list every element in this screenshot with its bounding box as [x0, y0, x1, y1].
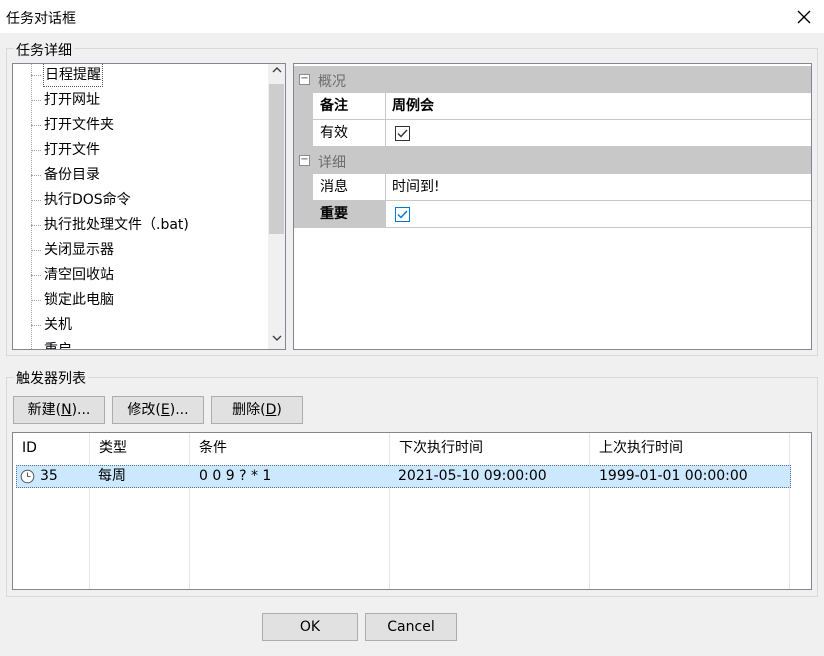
tree-connector	[31, 100, 41, 101]
button-text: )...	[71, 402, 91, 418]
tree-item-label: 打开文件夹	[44, 117, 114, 133]
tree-item[interactable]: 备份目录	[13, 163, 269, 187]
property-name: 有效	[313, 120, 386, 147]
button-text: 删除(	[232, 402, 266, 418]
triggers-group-title: 触发器列表	[14, 368, 88, 388]
trigger-list[interactable]: ID 类型 条件 下次执行时间 上次执行时间 35 每周 0 0 9 ? * 1…	[12, 432, 812, 590]
tree-item[interactable]: 执行批处理文件（.bat)	[13, 213, 269, 237]
clock-icon	[20, 469, 35, 484]
tree-item[interactable]: 重启	[13, 338, 269, 350]
tree-item[interactable]: 锁定此电脑	[13, 288, 269, 312]
column-header-condition[interactable]: 条件	[190, 433, 390, 463]
window-title: 任务对话框	[6, 11, 76, 27]
task-type-tree[interactable]: 日程提醒打开网址打开文件夹打开文件备份目录执行DOS命令执行批处理文件（.bat…	[12, 63, 286, 350]
column-header-id[interactable]: ID	[13, 433, 90, 463]
button-text: )	[276, 402, 282, 418]
property-value[interactable]: 周例会	[386, 93, 811, 120]
property-row-important[interactable]: 重要	[294, 201, 811, 228]
tree-item[interactable]: 日程提醒	[13, 64, 269, 87]
tree-connector	[31, 225, 41, 226]
tree-item[interactable]: 打开网址	[13, 88, 269, 112]
tree-connector	[31, 250, 41, 251]
cell-id: 35	[40, 468, 58, 484]
tree-item-label: 执行DOS命令	[44, 192, 131, 208]
tree-item-label: 打开文件	[44, 142, 100, 158]
row-gutter	[294, 201, 313, 228]
task-details-group-title: 任务详细	[14, 40, 74, 60]
category-details[interactable]: − 详细	[294, 147, 811, 174]
row-gutter	[294, 174, 313, 201]
tree-item-label: 清空回收站	[44, 267, 114, 283]
cancel-button[interactable]: Cancel	[365, 613, 457, 641]
property-row-enabled[interactable]: 有效	[294, 120, 811, 147]
button-text: 修改(	[127, 402, 161, 418]
accelerator-key: D	[265, 402, 277, 418]
important-checkbox[interactable]	[395, 207, 410, 222]
scroll-down-icon[interactable]	[268, 332, 285, 349]
property-row-message[interactable]: 消息 时间到!	[294, 174, 811, 201]
title-bar: 任务对话框	[0, 0, 824, 33]
cell-last-run: 1999-01-01 00:00:00	[599, 468, 748, 484]
property-value-cell	[386, 120, 811, 147]
property-value[interactable]: 时间到!	[386, 174, 811, 201]
close-icon[interactable]	[794, 7, 814, 27]
property-name: 消息	[313, 174, 386, 201]
tree-connector	[31, 300, 41, 301]
scroll-up-icon[interactable]	[268, 64, 285, 81]
delete-trigger-button[interactable]: 删除(D)	[211, 396, 303, 424]
tree-item-label: 日程提醒	[43, 64, 103, 87]
accelerator-key: E	[160, 402, 170, 418]
tree-item-label: 关闭显示器	[44, 242, 114, 258]
property-name: 重要	[313, 201, 386, 228]
tree-connector	[31, 75, 41, 76]
tree-item-label: 打开网址	[44, 92, 100, 108]
row-gutter	[294, 93, 313, 120]
tree-item-label: 备份目录	[44, 167, 100, 183]
ok-button[interactable]: OK	[262, 613, 358, 641]
cell-next-run: 2021-05-10 09:00:00	[398, 468, 547, 484]
edit-trigger-button[interactable]: 修改(E)...	[112, 396, 204, 424]
tree-item[interactable]: 执行DOS命令	[13, 188, 269, 212]
column-header-type[interactable]: 类型	[90, 433, 190, 463]
tree-item[interactable]: 打开文件夹	[13, 113, 269, 137]
tree-scrollbar[interactable]	[268, 64, 285, 349]
tree-connector	[31, 325, 41, 326]
tree-connector	[31, 200, 41, 201]
tree-item-label: 执行批处理文件（.bat)	[44, 217, 189, 233]
cell-type: 每周	[98, 468, 126, 484]
row-gutter	[294, 120, 313, 147]
tree-connector	[31, 125, 41, 126]
property-row-note[interactable]: 备注 周例会	[294, 93, 811, 120]
table-row[interactable]: 35 每周 0 0 9 ? * 1 2021-05-10 09:00:00 19…	[16, 465, 791, 488]
tree-connector	[31, 175, 41, 176]
property-value-cell	[386, 201, 811, 228]
tree-item[interactable]: 关闭显示器	[13, 238, 269, 262]
cell-condition: 0 0 9 ? * 1	[199, 468, 272, 484]
tree-item-label: 重启	[44, 342, 72, 350]
category-label: 概况	[318, 74, 346, 90]
tree-item[interactable]: 清空回收站	[13, 263, 269, 287]
tree-item[interactable]: 打开文件	[13, 138, 269, 162]
tree-item-label: 锁定此电脑	[44, 292, 114, 308]
scroll-thumb[interactable]	[269, 84, 284, 234]
tree-connector	[31, 150, 41, 151]
column-header-last-run[interactable]: 上次执行时间	[590, 433, 790, 463]
tree-connector	[31, 275, 41, 276]
collapse-icon[interactable]: −	[299, 74, 310, 85]
enabled-checkbox[interactable]	[395, 126, 410, 141]
button-text: )...	[169, 402, 189, 418]
accelerator-key: N	[61, 402, 72, 418]
tree-item-label: 关机	[44, 317, 72, 333]
property-name: 备注	[313, 93, 386, 120]
new-trigger-button[interactable]: 新建(N)...	[13, 396, 105, 424]
property-grid[interactable]: − 概况 备注 周例会 有效 − 详细 消息 时间到! 重要	[293, 63, 812, 350]
category-label: 详细	[318, 155, 346, 171]
category-overview[interactable]: − 概况	[294, 66, 811, 93]
collapse-icon[interactable]: −	[299, 155, 310, 166]
column-header-next-run[interactable]: 下次执行时间	[390, 433, 590, 463]
button-text: 新建(	[27, 402, 62, 418]
tree-item[interactable]: 关机	[13, 313, 269, 337]
